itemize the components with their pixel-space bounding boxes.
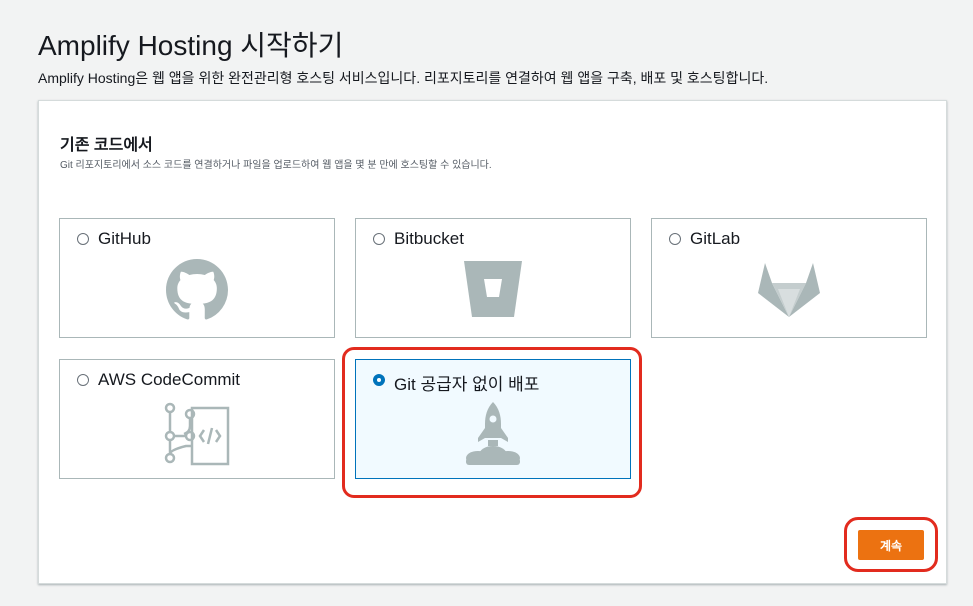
section-description: Git 리포지토리에서 소스 코드를 연결하거나 파일을 업로드하여 웹 앱을 … [60, 160, 492, 171]
radio-gitlab[interactable] [669, 233, 681, 245]
option-github[interactable]: GitHub [59, 218, 335, 338]
page-title: Amplify Hosting 시작하기 [38, 30, 344, 61]
option-deploy-without-git[interactable]: Git 공급자 없이 배포 [355, 359, 631, 479]
continue-button[interactable]: 계속 [858, 530, 924, 560]
option-label-bitbucket: Bitbucket [394, 229, 464, 248]
radio-deploy-without-git[interactable] [373, 374, 385, 386]
radio-codecommit[interactable] [77, 374, 89, 386]
bitbucket-icon [462, 259, 524, 324]
section-title: 기존 코드에서 [60, 137, 153, 154]
option-codecommit[interactable]: AWS CodeCommit [59, 359, 335, 479]
page-description: Amplify Hosting은 웹 앱을 위한 완전관리형 호스팅 서비스입니… [38, 70, 769, 86]
radio-github[interactable] [77, 233, 89, 245]
option-label-codecommit: AWS CodeCommit [98, 370, 241, 389]
option-label-github: GitHub [98, 229, 151, 248]
rocket-icon [460, 400, 526, 471]
codecommit-icon [162, 400, 232, 471]
option-bitbucket[interactable]: Bitbucket [355, 218, 631, 338]
option-label-deploy-without-git: Git 공급자 없이 배포 [394, 375, 540, 394]
radio-bitbucket[interactable] [373, 233, 385, 245]
source-selection-panel: 기존 코드에서 Git 리포지토리에서 소스 코드를 연결하거나 파일을 업로드… [38, 100, 947, 584]
gitlab-icon [756, 259, 822, 324]
option-gitlab[interactable]: GitLab [651, 218, 927, 338]
option-label-gitlab: GitLab [690, 229, 741, 248]
github-icon [166, 259, 228, 326]
